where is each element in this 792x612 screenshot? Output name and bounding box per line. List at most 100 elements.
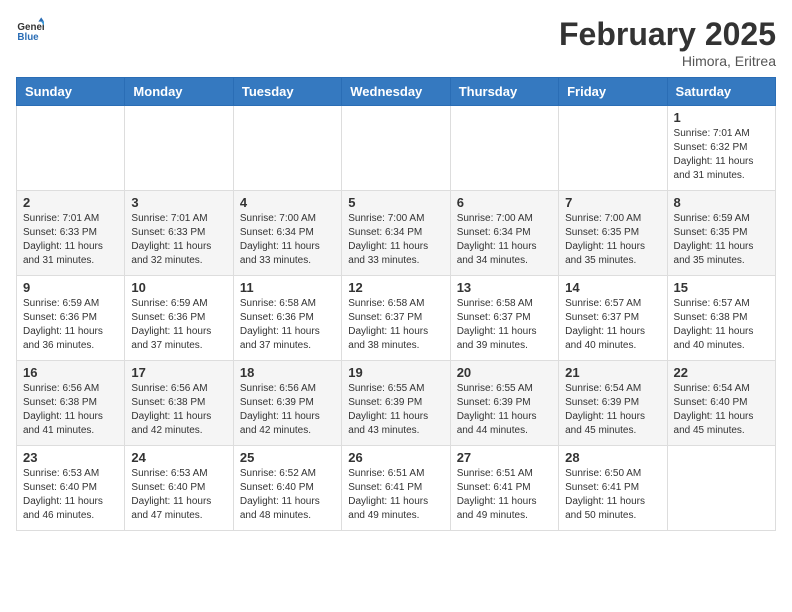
svg-text:Blue: Blue — [17, 32, 39, 43]
day-number: 27 — [457, 450, 552, 465]
calendar-day-cell: 7 Sunrise: 7:00 AM Sunset: 6:35 PM Daylig… — [559, 191, 667, 276]
calendar-table: SundayMondayTuesdayWednesdayThursdayFrid… — [16, 77, 776, 531]
calendar-day-cell — [667, 446, 775, 531]
day-info: Sunrise: 6:54 AM Sunset: 6:40 PM Dayligh… — [674, 382, 769, 438]
calendar-day-cell: 17 Sunrise: 6:56 AM Sunset: 6:38 PM Dayli… — [125, 361, 233, 446]
location: Himora, Eritrea — [559, 53, 776, 69]
calendar-day-cell: 15Sunrise: 6:57 AM Sunset: 6:38 PM Dayli… — [667, 276, 775, 361]
day-info: Sunrise: 6:56 AM Sunset: 6:38 PM Dayligh… — [23, 382, 118, 438]
day-of-week-header: Thursday — [450, 78, 558, 106]
calendar-day-cell: 6 Sunrise: 7:00 AM Sunset: 6:34 PM Daylig… — [450, 191, 558, 276]
calendar-day-cell — [17, 106, 125, 191]
day-info: Sunrise: 7:01 AM Sunset: 6:33 PM Dayligh… — [131, 212, 226, 268]
calendar-day-cell: 22Sunrise: 6:54 AM Sunset: 6:40 PM Dayli… — [667, 361, 775, 446]
calendar-day-cell: 16 Sunrise: 6:56 AM Sunset: 6:38 PM Dayli… — [17, 361, 125, 446]
day-number: 7 — [565, 195, 660, 210]
calendar-header-row: SundayMondayTuesdayWednesdayThursdayFrid… — [17, 78, 776, 106]
day-of-week-header: Tuesday — [233, 78, 341, 106]
calendar-day-cell: 5 Sunrise: 7:00 AM Sunset: 6:34 PM Daylig… — [342, 191, 450, 276]
day-number: 2 — [23, 195, 118, 210]
day-number: 28 — [565, 450, 660, 465]
day-info: Sunrise: 7:00 AM Sunset: 6:34 PM Dayligh… — [348, 212, 443, 268]
calendar-day-cell: 2Sunrise: 7:01 AM Sunset: 6:33 PM Daylig… — [17, 191, 125, 276]
day-info: Sunrise: 6:50 AM Sunset: 6:41 PM Dayligh… — [565, 467, 660, 523]
calendar-day-cell — [342, 106, 450, 191]
day-of-week-header: Wednesday — [342, 78, 450, 106]
calendar-day-cell: 8Sunrise: 6:59 AM Sunset: 6:35 PM Daylig… — [667, 191, 775, 276]
day-info: Sunrise: 6:56 AM Sunset: 6:38 PM Dayligh… — [131, 382, 226, 438]
calendar-day-cell: 1 Sunrise: 7:01 AM Sunset: 6:32 PM Daylig… — [667, 106, 775, 191]
day-info: Sunrise: 6:57 AM Sunset: 6:37 PM Dayligh… — [565, 297, 660, 353]
day-info: Sunrise: 6:58 AM Sunset: 6:37 PM Dayligh… — [457, 297, 552, 353]
calendar-day-cell: 25 Sunrise: 6:52 AM Sunset: 6:40 PM Dayli… — [233, 446, 341, 531]
day-info: Sunrise: 6:58 AM Sunset: 6:36 PM Dayligh… — [240, 297, 335, 353]
calendar-day-cell: 18Sunrise: 6:56 AM Sunset: 6:39 PM Dayli… — [233, 361, 341, 446]
calendar-day-cell: 11 Sunrise: 6:58 AM Sunset: 6:36 PM Dayli… — [233, 276, 341, 361]
calendar-day-cell: 14 Sunrise: 6:57 AM Sunset: 6:37 PM Dayli… — [559, 276, 667, 361]
logo: General Blue — [16, 16, 44, 44]
day-number: 4 — [240, 195, 335, 210]
day-number: 16 — [23, 365, 118, 380]
calendar-day-cell: 28 Sunrise: 6:50 AM Sunset: 6:41 PM Dayli… — [559, 446, 667, 531]
day-number: 18 — [240, 365, 335, 380]
calendar-day-cell — [233, 106, 341, 191]
day-info: Sunrise: 7:00 AM Sunset: 6:34 PM Dayligh… — [457, 212, 552, 268]
calendar-day-cell: 19 Sunrise: 6:55 AM Sunset: 6:39 PM Dayli… — [342, 361, 450, 446]
day-info: Sunrise: 7:01 AM Sunset: 6:32 PM Dayligh… — [674, 127, 769, 183]
day-number: 14 — [565, 280, 660, 295]
calendar-week-row: 16 Sunrise: 6:56 AM Sunset: 6:38 PM Dayli… — [17, 361, 776, 446]
day-info: Sunrise: 7:00 AM Sunset: 6:35 PM Dayligh… — [565, 212, 660, 268]
day-of-week-header: Monday — [125, 78, 233, 106]
day-number: 23 — [23, 450, 118, 465]
day-info: Sunrise: 6:52 AM Sunset: 6:40 PM Dayligh… — [240, 467, 335, 523]
day-info: Sunrise: 6:55 AM Sunset: 6:39 PM Dayligh… — [348, 382, 443, 438]
day-number: 6 — [457, 195, 552, 210]
calendar-week-row: 1 Sunrise: 7:01 AM Sunset: 6:32 PM Daylig… — [17, 106, 776, 191]
calendar-day-cell: 20 Sunrise: 6:55 AM Sunset: 6:39 PM Dayli… — [450, 361, 558, 446]
day-info: Sunrise: 6:53 AM Sunset: 6:40 PM Dayligh… — [131, 467, 226, 523]
day-info: Sunrise: 6:59 AM Sunset: 6:35 PM Dayligh… — [674, 212, 769, 268]
calendar-day-cell: 12 Sunrise: 6:58 AM Sunset: 6:37 PM Dayli… — [342, 276, 450, 361]
day-of-week-header: Saturday — [667, 78, 775, 106]
day-info: Sunrise: 6:57 AM Sunset: 6:38 PM Dayligh… — [674, 297, 769, 353]
calendar-week-row: 9 Sunrise: 6:59 AM Sunset: 6:36 PM Daylig… — [17, 276, 776, 361]
day-of-week-header: Friday — [559, 78, 667, 106]
day-of-week-header: Sunday — [17, 78, 125, 106]
day-info: Sunrise: 6:55 AM Sunset: 6:39 PM Dayligh… — [457, 382, 552, 438]
day-number: 12 — [348, 280, 443, 295]
day-number: 17 — [131, 365, 226, 380]
day-info: Sunrise: 6:54 AM Sunset: 6:39 PM Dayligh… — [565, 382, 660, 438]
day-number: 1 — [674, 110, 769, 125]
calendar-day-cell: 27 Sunrise: 6:51 AM Sunset: 6:41 PM Dayli… — [450, 446, 558, 531]
month-title: February 2025 — [559, 16, 776, 53]
day-number: 19 — [348, 365, 443, 380]
day-info: Sunrise: 6:59 AM Sunset: 6:36 PM Dayligh… — [23, 297, 118, 353]
day-info: Sunrise: 6:58 AM Sunset: 6:37 PM Dayligh… — [348, 297, 443, 353]
day-number: 21 — [565, 365, 660, 380]
day-info: Sunrise: 6:53 AM Sunset: 6:40 PM Dayligh… — [23, 467, 118, 523]
day-number: 13 — [457, 280, 552, 295]
calendar-day-cell: 13 Sunrise: 6:58 AM Sunset: 6:37 PM Dayli… — [450, 276, 558, 361]
calendar-day-cell: 21 Sunrise: 6:54 AM Sunset: 6:39 PM Dayli… — [559, 361, 667, 446]
calendar-day-cell: 9 Sunrise: 6:59 AM Sunset: 6:36 PM Daylig… — [17, 276, 125, 361]
title-area: February 2025 Himora, Eritrea — [559, 16, 776, 69]
day-number: 25 — [240, 450, 335, 465]
day-number: 11 — [240, 280, 335, 295]
day-number: 10 — [131, 280, 226, 295]
logo-icon: General Blue — [16, 16, 44, 44]
calendar-day-cell: 24 Sunrise: 6:53 AM Sunset: 6:40 PM Dayli… — [125, 446, 233, 531]
day-info: Sunrise: 6:51 AM Sunset: 6:41 PM Dayligh… — [348, 467, 443, 523]
day-number: 24 — [131, 450, 226, 465]
day-number: 26 — [348, 450, 443, 465]
day-number: 5 — [348, 195, 443, 210]
calendar-week-row: 2 Sunrise: 7:01 AM Sunset: 6:33 PM Daylig… — [17, 191, 776, 276]
calendar-day-cell: 26 Sunrise: 6:51 AM Sunset: 6:41 PM Dayli… — [342, 446, 450, 531]
day-number: 9 — [23, 280, 118, 295]
day-info: Sunrise: 6:51 AM Sunset: 6:41 PM Dayligh… — [457, 467, 552, 523]
day-number: 20 — [457, 365, 552, 380]
day-info: Sunrise: 6:59 AM Sunset: 6:36 PM Dayligh… — [131, 297, 226, 353]
calendar-day-cell: 3 Sunrise: 7:01 AM Sunset: 6:33 PM Daylig… — [125, 191, 233, 276]
calendar-day-cell: 4Sunrise: 7:00 AM Sunset: 6:34 PM Daylig… — [233, 191, 341, 276]
calendar-day-cell — [450, 106, 558, 191]
day-number: 3 — [131, 195, 226, 210]
